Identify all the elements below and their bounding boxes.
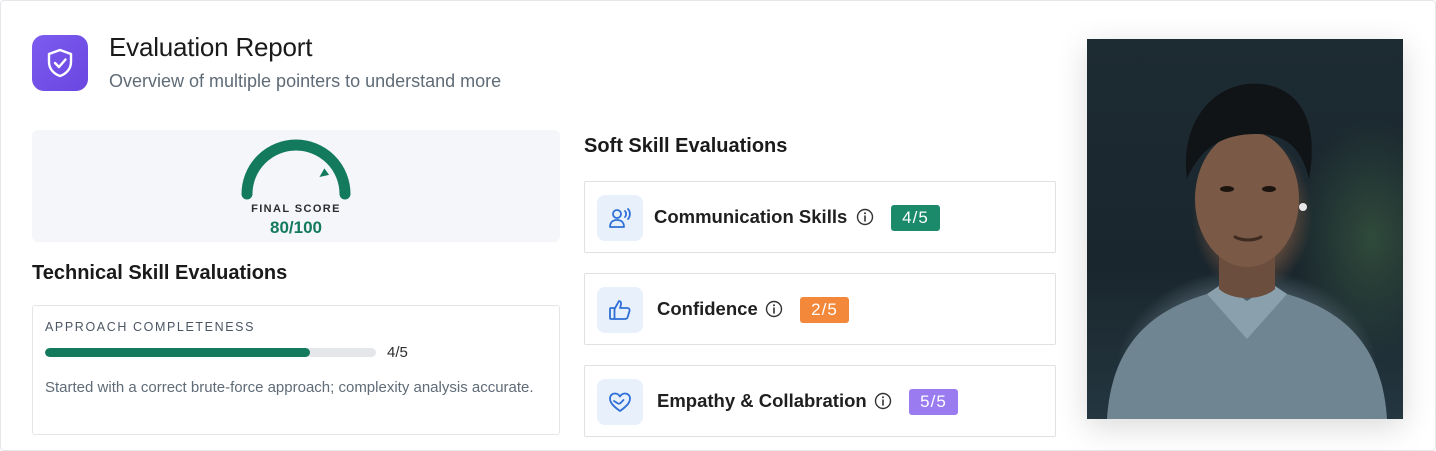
info-icon[interactable] [856, 208, 874, 226]
soft-skill-score-badge: 5/5 [909, 389, 958, 415]
soft-skill-confidence: Confidence 2/5 [584, 273, 1056, 345]
gauge-pointer-icon [319, 168, 330, 177]
heart-hand-icon [597, 379, 643, 425]
info-icon[interactable] [765, 300, 783, 318]
shield-check-icon [32, 35, 88, 91]
technical-progress-fill [45, 348, 310, 357]
thumbs-up-icon [597, 287, 643, 333]
technical-item-label: APPROACH COMPLETENESS [45, 320, 256, 334]
soft-skill-empathy: Empathy & Collabration 5/5 [584, 365, 1056, 437]
candidate-avatar [1107, 83, 1387, 419]
soft-skill-name: Communication Skills [654, 206, 848, 227]
speaking-person-icon [597, 195, 643, 241]
soft-skill-score-badge: 2/5 [800, 297, 849, 323]
soft-skills-heading: Soft Skill Evaluations [584, 135, 788, 157]
technical-progress-bar [45, 348, 376, 357]
score-gauge [241, 139, 351, 200]
soft-skill-score-badge: 4/5 [891, 205, 940, 231]
page-title: Evaluation Report [109, 32, 313, 62]
soft-skill-name: Confidence [657, 298, 758, 319]
final-score-card: FINAL SCORE 80/100 [32, 130, 560, 242]
final-score-value: 80/100 [270, 218, 322, 237]
page-subtitle: Overview of multiple pointers to underst… [109, 71, 502, 91]
technical-heading: Technical Skill Evaluations [32, 262, 288, 284]
technical-item-description: Started with a correct brute-force appro… [45, 379, 534, 396]
soft-skill-communication: Communication Skills 4/5 [584, 181, 1056, 253]
final-score-label: FINAL SCORE [251, 203, 341, 215]
soft-skill-name: Empathy & Collabration [657, 390, 867, 411]
candidate-video[interactable] [1087, 39, 1403, 419]
info-icon[interactable] [874, 392, 892, 410]
technical-item-score: 4/5 [387, 344, 408, 361]
technical-item-card: APPROACH COMPLETENESS 4/5 Started with a… [32, 305, 560, 435]
